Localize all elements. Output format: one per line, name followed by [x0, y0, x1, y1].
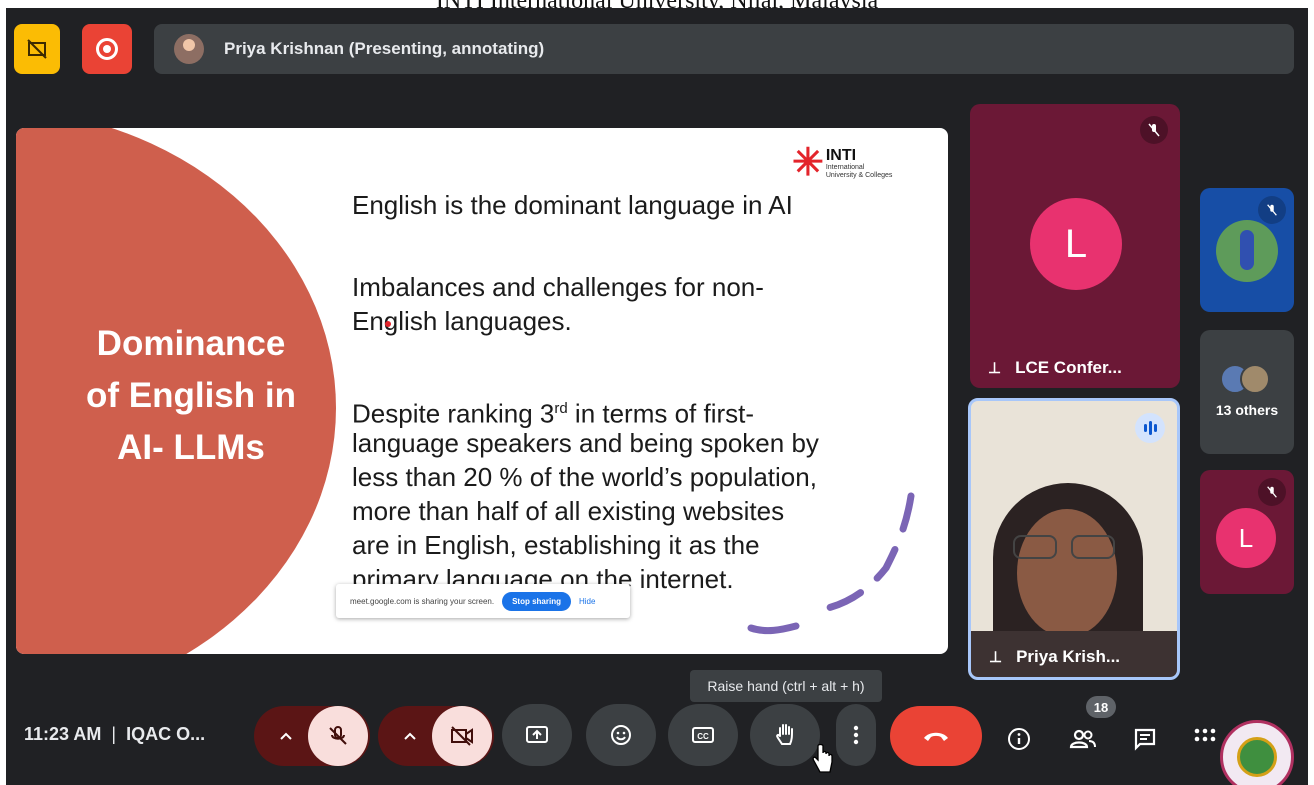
- hand-off-icon[interactable]: [14, 24, 60, 74]
- pin-icon[interactable]: ⊥: [989, 648, 1002, 666]
- record-icon[interactable]: [82, 24, 132, 74]
- emoji-icon[interactable]: [586, 704, 656, 766]
- avatar: [1216, 220, 1278, 282]
- raise-hand-icon[interactable]: [750, 704, 820, 766]
- meeting-title: IQAC O...: [126, 724, 206, 744]
- speaking-indicator-icon: [1135, 413, 1165, 443]
- hide-share-bar-link[interactable]: Hide: [579, 597, 595, 606]
- chevron-up-icon[interactable]: [256, 706, 316, 766]
- share-notification-bar: meet.google.com is sharing your screen. …: [336, 584, 630, 618]
- participant-name: ⊥ Priya Krish...: [989, 647, 1121, 666]
- captions-icon[interactable]: CC: [668, 704, 738, 766]
- mic-off-icon: [1140, 116, 1168, 144]
- participant-tile-photo[interactable]: [1200, 188, 1294, 312]
- pin-icon[interactable]: ⊥: [988, 359, 1001, 377]
- participant-tile-l[interactable]: L: [1200, 470, 1294, 594]
- college-seal-logo: [1220, 720, 1294, 785]
- people-icon[interactable]: [1068, 724, 1098, 754]
- more-icon[interactable]: [836, 704, 876, 766]
- present-icon[interactable]: [502, 704, 572, 766]
- presentation-slide: Dominance of English in AI- LLMs ✳ INTI …: [16, 128, 948, 654]
- share-text: meet.google.com is sharing your screen.: [350, 596, 495, 606]
- presenter-bar[interactable]: Priya Krishnan (Presenting, annotating): [154, 24, 1294, 74]
- clock-time: 11:23 AM: [24, 724, 102, 744]
- avatar: L: [1030, 198, 1122, 290]
- people-count-badge: 18: [1086, 696, 1116, 718]
- svg-text:CC: CC: [697, 732, 709, 741]
- meeting-info: 11:23 AM | IQAC O...: [24, 724, 206, 744]
- mic-off-icon: [1258, 196, 1286, 224]
- avatar: [1240, 364, 1270, 394]
- presenter-avatar: [174, 34, 204, 64]
- others-label: 13 others: [1215, 402, 1279, 418]
- raise-hand-tooltip: Raise hand (ctrl + alt + h): [690, 670, 882, 702]
- stop-sharing-button[interactable]: Stop sharing: [502, 591, 571, 611]
- participant-tile-priya[interactable]: ⊥ Priya Krish...: [968, 398, 1180, 680]
- cursor-hand-icon: [812, 744, 833, 773]
- end-call-icon[interactable]: [890, 706, 982, 766]
- participant-name: ⊥ LCE Confer...: [988, 358, 1122, 377]
- mic-off-icon[interactable]: [308, 706, 368, 766]
- meet-window: Priya Krishnan (Presenting, annotating) …: [6, 8, 1308, 785]
- presenter-label: Priya Krishnan (Presenting, annotating): [224, 39, 545, 58]
- chat-icon[interactable]: [1130, 724, 1160, 754]
- camera-off-icon[interactable]: [432, 706, 492, 766]
- chevron-up-icon[interactable]: [380, 706, 440, 766]
- participant-tile-others[interactable]: 13 others: [1200, 330, 1294, 454]
- activities-icon[interactable]: [1190, 724, 1220, 754]
- info-icon[interactable]: [1004, 724, 1034, 754]
- annotation-strokes: [385, 321, 915, 635]
- avatar: L: [1216, 508, 1276, 568]
- mic-off-icon: [1258, 478, 1286, 506]
- participant-tile-lce[interactable]: L ⊥ LCE Confer...: [970, 104, 1180, 388]
